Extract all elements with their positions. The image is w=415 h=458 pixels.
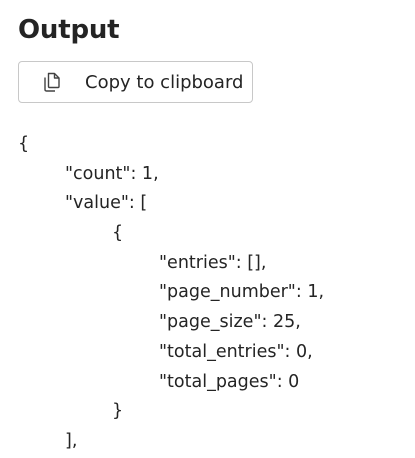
json-line: "total_entries": 0, [159, 341, 313, 362]
json-line: } [112, 401, 124, 422]
json-line: "page_number": 1, [159, 282, 325, 303]
json-line: { [112, 223, 124, 244]
json-line: "entries": [], [159, 252, 267, 273]
page-title: Output [18, 15, 120, 45]
json-line: { [18, 134, 30, 154]
json-line: "total_pages": 0 [159, 371, 300, 392]
copy-icon [41, 71, 63, 93]
json-line: "page_size": 25, [159, 312, 301, 333]
json-line: "value": [ [65, 193, 148, 214]
json-line: ], [65, 430, 78, 451]
json-line: "count": 1, [65, 163, 159, 184]
copy-button-label: Copy to clipboard [85, 72, 244, 93]
json-output: { "count": 1, "value": [ { "entries": []… [18, 130, 408, 457]
copy-to-clipboard-button[interactable]: Copy to clipboard [18, 61, 253, 103]
